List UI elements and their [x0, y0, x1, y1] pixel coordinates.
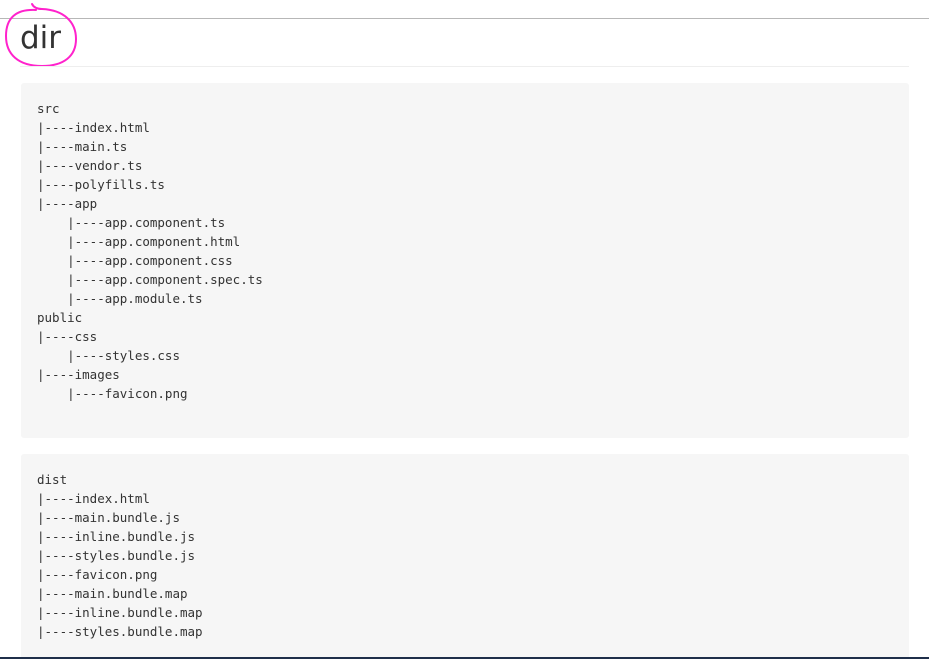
tree-line: |----main.bundle.map [37, 586, 188, 601]
tree-line: |----index.html [37, 491, 150, 506]
tree-line: |----styles.bundle.map [37, 624, 203, 639]
highlight-circle-annotation [4, 3, 78, 68]
heading-underline [20, 66, 909, 67]
tree-line: |----main.bundle.js [37, 510, 180, 525]
tree-line: |----styles.bundle.js [37, 548, 196, 563]
top-divider [0, 18, 929, 19]
source-tree-code-block: src |----index.html |----main.ts |----vendo… [21, 83, 909, 438]
tree-line: |----polyfills.ts [37, 177, 165, 192]
tree-line: |----images [37, 367, 120, 382]
tree-line: dist [37, 472, 68, 487]
tree-line: public [37, 310, 83, 325]
dist-tree-code-block: dist |----index.html |----main.bundle.js |-… [21, 454, 909, 659]
tree-line: |----main.ts [37, 139, 128, 154]
tree-line: src [37, 101, 60, 116]
tree-line: |----styles.css [37, 348, 180, 363]
tree-line: |----inline.bundle.js [37, 529, 196, 544]
tree-line: |----favicon.png [37, 386, 188, 401]
tree-line: |----app.component.css [37, 253, 233, 268]
highlight-circle-stroke [4, 3, 78, 68]
tree-line: |----app.module.ts [37, 291, 203, 306]
tree-line: |----app.component.html [37, 234, 241, 249]
tree-line: |----inline.bundle.map [37, 605, 203, 620]
tree-line: |----app.component.spec.ts [37, 272, 263, 287]
tree-line: |----index.html [37, 120, 150, 135]
tree-line: |----vendor.ts [37, 158, 143, 173]
tree-line: |----css [37, 329, 98, 344]
tree-line: |----favicon.png [37, 567, 158, 582]
tree-line: |----app.component.ts [37, 215, 226, 230]
tree-line: |----app [37, 196, 98, 211]
